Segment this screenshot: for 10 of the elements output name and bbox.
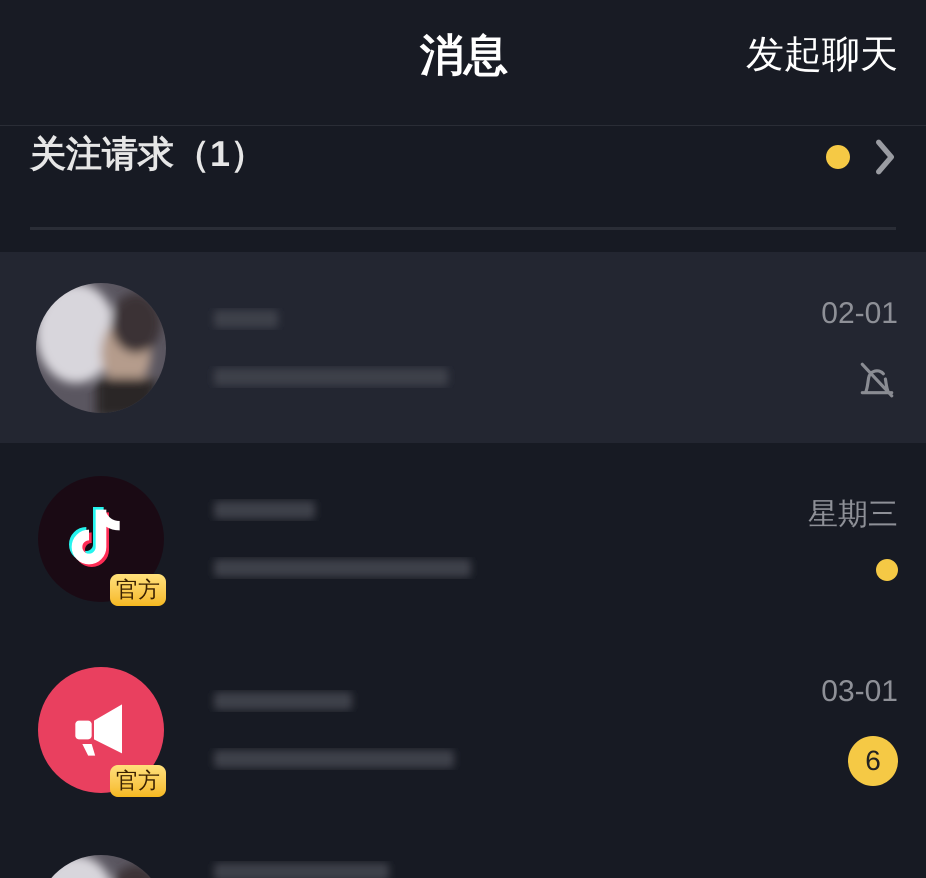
message-time: 03-01 (821, 674, 898, 710)
follow-requests-link[interactable]: 关注请求（1） (30, 136, 266, 172)
official-badge: 官方 (110, 574, 166, 606)
page-title: 消息 (420, 30, 508, 82)
official-badge: 官方 (110, 764, 166, 796)
message-time: 02-01 (821, 296, 898, 332)
message-time: 星期三 (808, 496, 898, 532)
unread-count-badge: 6 (848, 736, 898, 786)
start-chat-button[interactable]: 发起聊天 (746, 30, 898, 80)
conversation-row[interactable]: 02-01 (0, 252, 926, 443)
